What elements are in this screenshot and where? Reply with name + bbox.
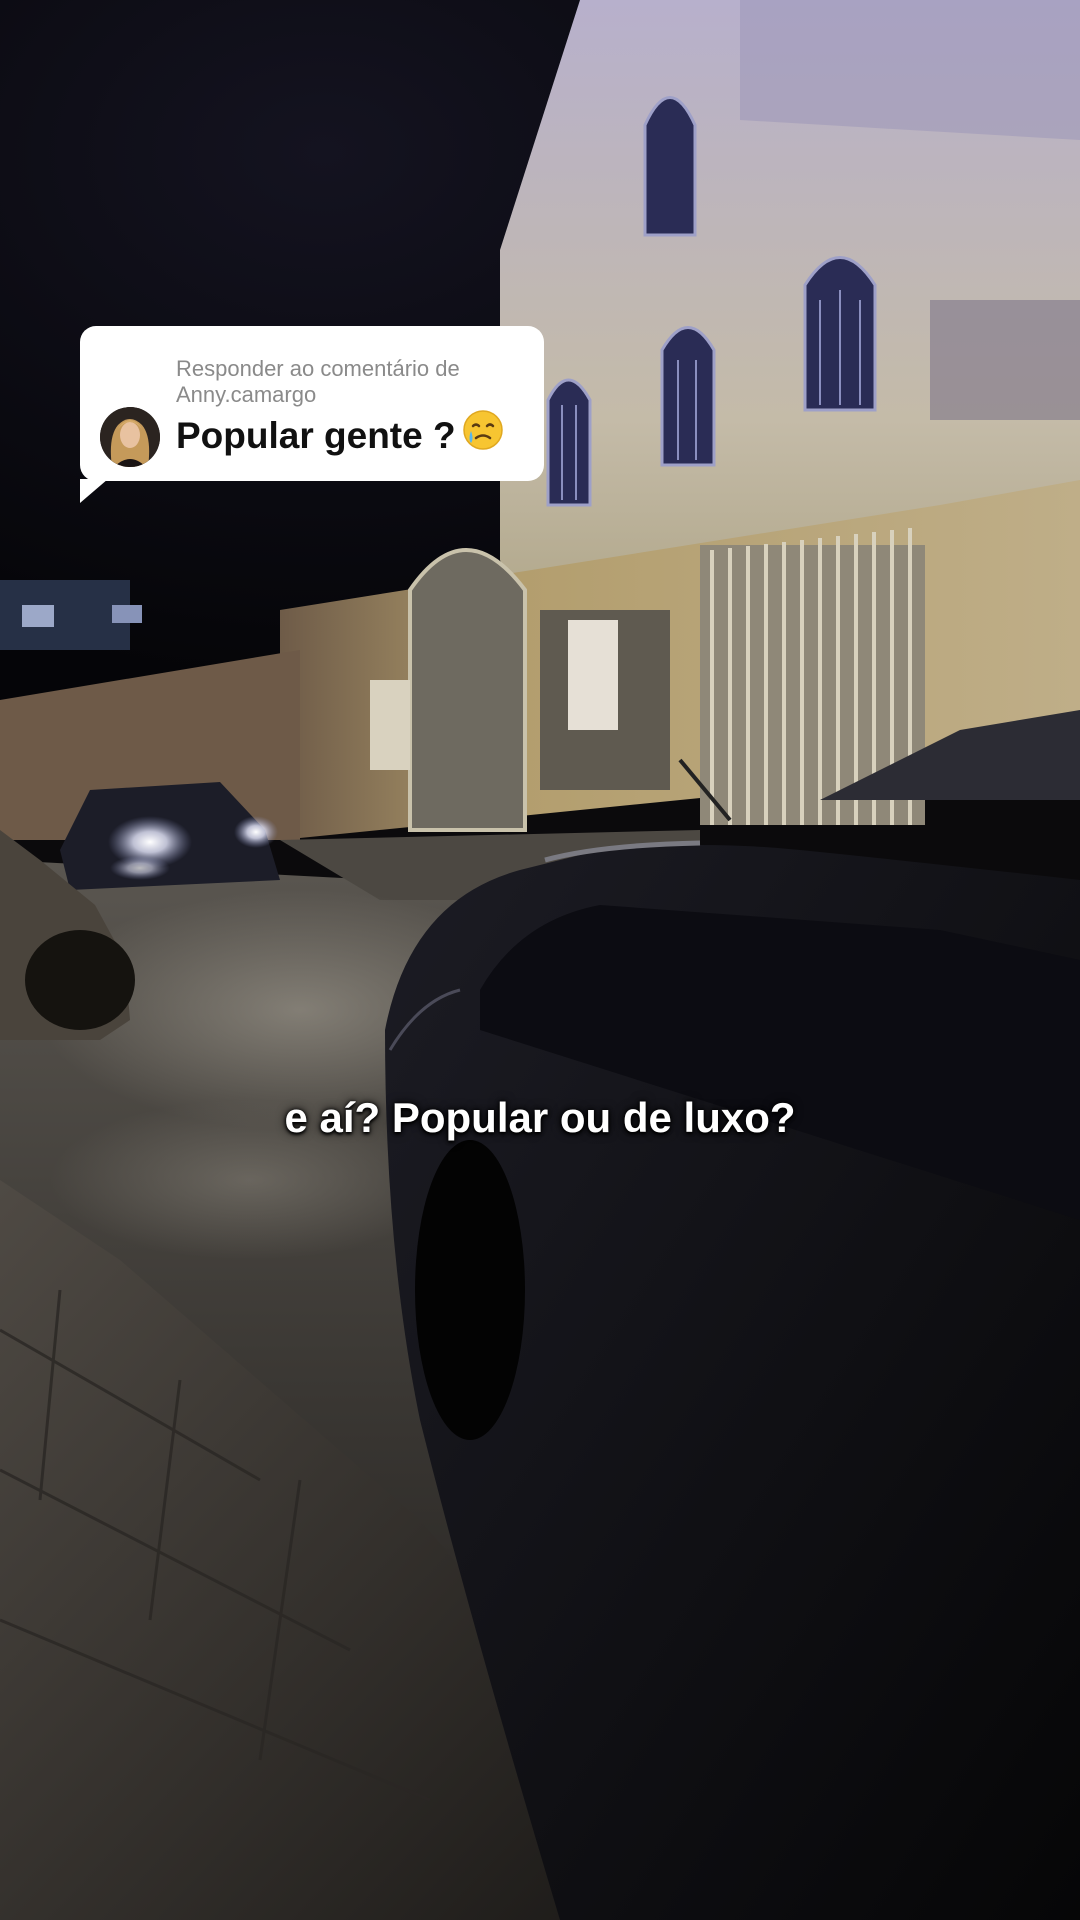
video-frame — [0, 0, 1080, 1920]
reply-comment-text: Popular gente ? — [176, 410, 504, 461]
commenter-avatar[interactable] — [100, 407, 160, 467]
reply-comment-bubble[interactable]: Responder ao comentário de Anny.camargo … — [80, 326, 544, 503]
video-caption: e aí? Popular ou de luxo? — [284, 1094, 796, 1141]
reply-header: Responder ao comentário de Anny.camargo — [176, 356, 460, 407]
avatar-image — [100, 407, 160, 467]
bubble-tail — [80, 479, 108, 503]
reply-comment-label: Popular gente ? — [176, 415, 456, 456]
face-holding-back-tears-icon — [462, 409, 504, 461]
